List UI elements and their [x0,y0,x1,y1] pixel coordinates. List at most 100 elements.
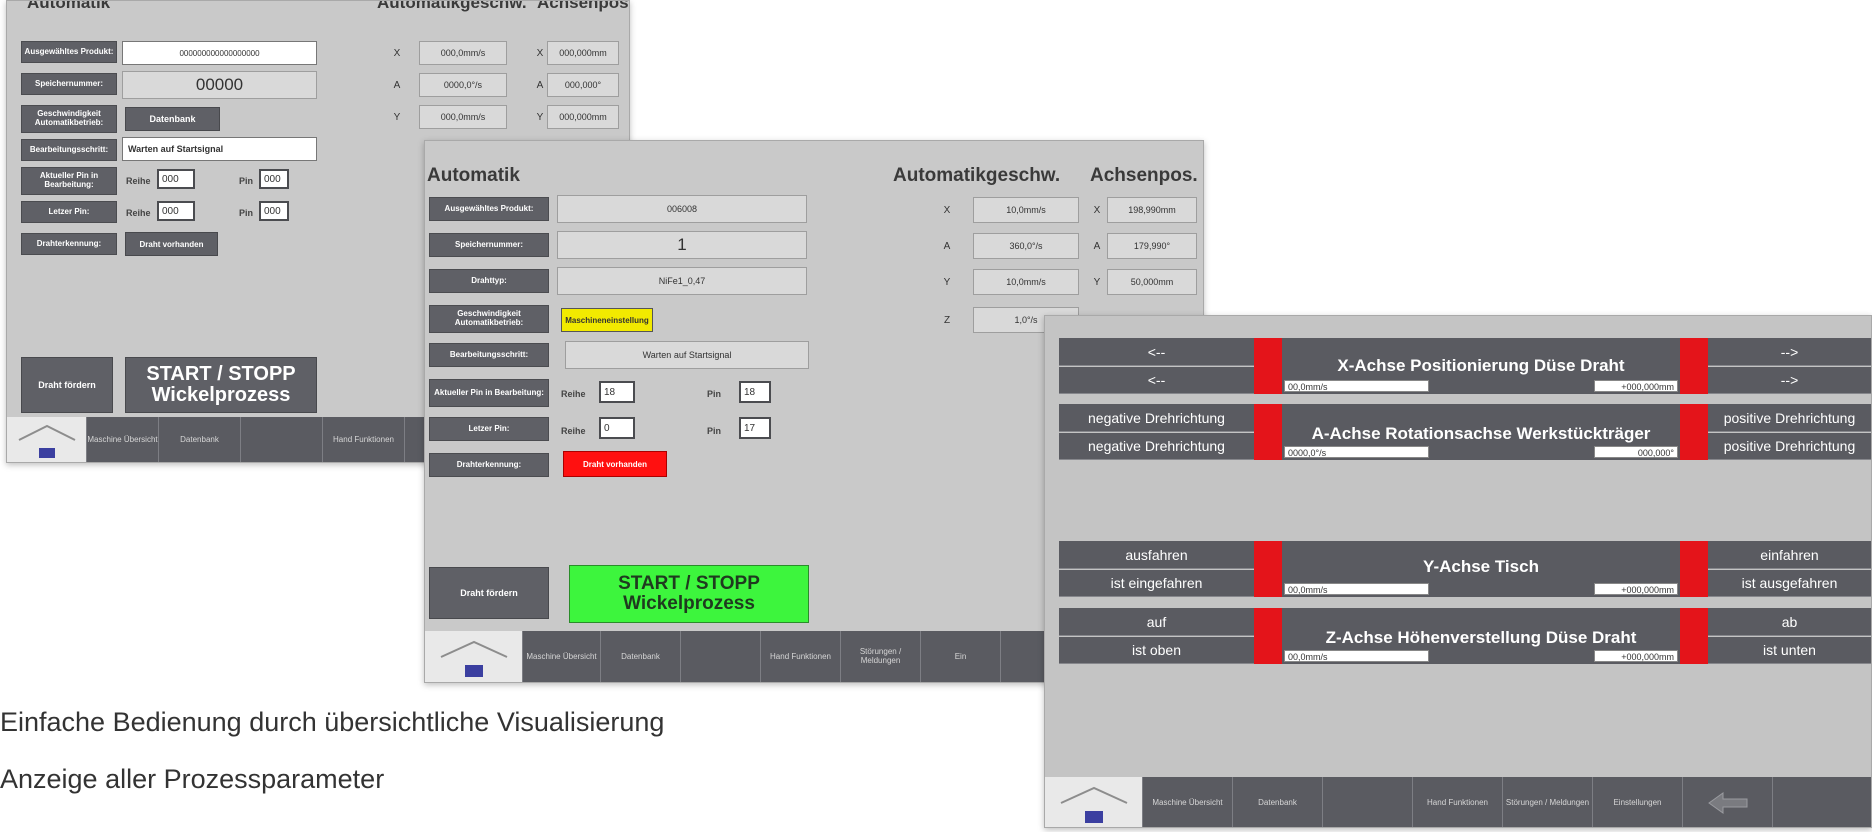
step-field[interactable]: Warten auf Startsignal [122,137,317,161]
tab-hand-functions[interactable]: Hand Funktionen [761,631,841,682]
last-pin-field[interactable]: 000 [259,201,289,221]
machine-settings-button[interactable]: Maschineneinstellung [561,308,653,332]
axis-x-label: X [1093,204,1101,216]
y-retract-button[interactable]: einfahren [1708,541,1871,569]
tab-database[interactable]: Datenbank [601,631,681,682]
tab-database[interactable]: Datenbank [159,417,241,462]
tab-machine-overview[interactable]: Maschine Übersicht [87,417,159,462]
x-minus-button-2[interactable]: <-- [1059,367,1254,394]
caption-line-1: Einfache Bedienung durch übersichtliche … [0,707,665,737]
step-field[interactable]: Warten auf Startsignal [565,341,809,369]
wire-status: Draht vorhanden [563,451,667,477]
wire-status: Draht vorhanden [125,232,218,256]
home-tab[interactable] [425,631,523,682]
current-reihe-field[interactable]: 18 [599,381,635,403]
speed-label: Geschwindigkeit Automatikbetrieb: [21,105,117,133]
tab-machine-overview[interactable]: Maschine Übersicht [1143,777,1233,827]
home-tab[interactable] [1045,777,1143,827]
pin-label: Pin [239,176,254,186]
last-reihe-field[interactable]: 000 [157,201,195,221]
tab-hand-functions[interactable]: Hand Funktionen [323,417,405,462]
axis-y-label: Y [1093,276,1101,288]
start-stop-button[interactable]: START / STOPP Wickelprozess [125,357,317,413]
y-extend-button[interactable]: ausfahren [1059,541,1254,569]
wiretype-field[interactable]: NiFe1_0,47 [557,267,807,295]
database-button[interactable]: Datenbank [125,107,220,131]
start-stop-sublabel: Wickelprozess [151,384,291,406]
x-minus-button-1[interactable]: <-- [1059,338,1254,366]
memory-label: Speichernummer: [21,73,117,95]
y-axis-position: +000,000mm [1594,583,1678,595]
bottom-navigation: Maschine Übersicht Datenbank Hand Funkti… [1045,777,1871,827]
position-column-title: Achsenpos. [537,0,630,12]
x-plus-indicator [1680,338,1708,394]
last-pin-field[interactable]: 17 [739,417,771,439]
a-negative-button-2[interactable]: negative Drehrichtung [1059,433,1254,460]
tab-database[interactable]: Datenbank [1233,777,1323,827]
tab-hand-functions[interactable]: Hand Funktionen [1413,777,1503,827]
a-negative-button-1[interactable]: negative Drehrichtung [1059,404,1254,432]
y-retracted-status[interactable]: ist eingefahren [1059,570,1254,597]
wire-feed-button[interactable]: Draht fördern [21,357,113,413]
start-stop-button[interactable]: START / STOPP Wickelprozess [569,565,809,623]
axis-z-label: Z [943,314,951,326]
tab-faults-messages[interactable]: Störungen / Meldungen [841,631,921,682]
current-pin-field[interactable]: 18 [739,381,771,403]
axis-x-speed: 000,0mm/s [419,41,507,65]
x-minus-indicator [1254,338,1282,394]
arrow-left-icon [1707,792,1747,814]
a-axis-panel: A-Achse Rotationsachse Werkstückträger 0… [1282,404,1680,460]
a-positive-button-1[interactable]: positive Drehrichtung [1708,404,1871,432]
axis-a-label: A [1093,240,1101,252]
a-positive-button-2[interactable]: positive Drehrichtung [1708,433,1871,460]
product-field[interactable]: 000000000000000000 [122,41,317,65]
axis-y-label: Y [393,111,401,123]
tab-empty[interactable] [681,631,761,682]
memory-field[interactable]: 00000 [122,71,317,99]
a-axis-speed: 0000,0°/s [1284,446,1429,458]
tab-machine-overview[interactable]: Maschine Übersicht [523,631,601,682]
current-reihe-field[interactable]: 000 [157,169,195,189]
wire-feed-button[interactable]: Draht fördern [429,567,549,619]
product-field[interactable]: 006008 [557,195,807,223]
axis-y-speed: 000,0mm/s [419,105,507,129]
axis-a-speed: 360,0°/s [973,233,1079,259]
x-axis-speed: 00,0mm/s [1284,380,1429,392]
z-down-button[interactable]: ab [1708,608,1871,636]
tab-empty[interactable] [1323,777,1413,827]
x-plus-button-2[interactable]: --> [1708,367,1871,394]
z-axis-title: Z-Achse Höhenverstellung Düse Draht [1325,628,1637,647]
z-axis-position: +000,000mm [1594,650,1678,662]
step-label: Bearbeitungsschritt: [21,139,117,161]
memory-label: Speichernummer: [429,233,549,257]
axis-a-label: A [536,79,544,91]
product-label: Ausgewähltes Produkt: [429,197,549,221]
memory-field[interactable]: 1 [557,231,807,259]
tab-back[interactable] [1683,777,1773,827]
y-extended-status[interactable]: ist ausgefahren [1708,570,1871,597]
tab-settings[interactable]: Einstellungen [1593,777,1683,827]
y-axis-speed: 00,0mm/s [1284,583,1429,595]
axis-a-speed: 0000,0°/s [419,73,507,97]
home-tab[interactable] [7,417,87,462]
axis-y-pos: 000,000mm [547,105,619,129]
y-plus-indicator [1680,541,1708,597]
z-axis-panel: Z-Achse Höhenverstellung Düse Draht 00,0… [1282,608,1680,664]
tab-faults-messages[interactable]: Störungen / Meldungen [1503,777,1593,827]
tab-empty[interactable] [241,417,323,462]
z-up-button[interactable]: auf [1059,608,1254,636]
a-positive-indicator [1680,404,1708,460]
axis-a-label: A [943,240,951,252]
axis-y-pos: 50,000mm [1107,269,1197,295]
tab-settings[interactable]: Ein [921,631,1001,682]
z-is-down-status[interactable]: ist unten [1708,637,1871,664]
current-pin-field[interactable]: 000 [259,169,289,189]
hand-functions-screen: <-- <-- X-Achse Positionierung Düse Drah… [1044,315,1872,828]
x-axis-panel: X-Achse Positionierung Düse Draht 00,0mm… [1282,338,1680,394]
z-is-up-status[interactable]: ist oben [1059,637,1254,664]
z-down-indicator [1680,608,1708,664]
x-axis-position: +000,000mm [1594,380,1678,392]
axis-y-label: Y [536,111,544,123]
x-plus-button-1[interactable]: --> [1708,338,1871,366]
last-reihe-field[interactable]: 0 [599,417,635,439]
